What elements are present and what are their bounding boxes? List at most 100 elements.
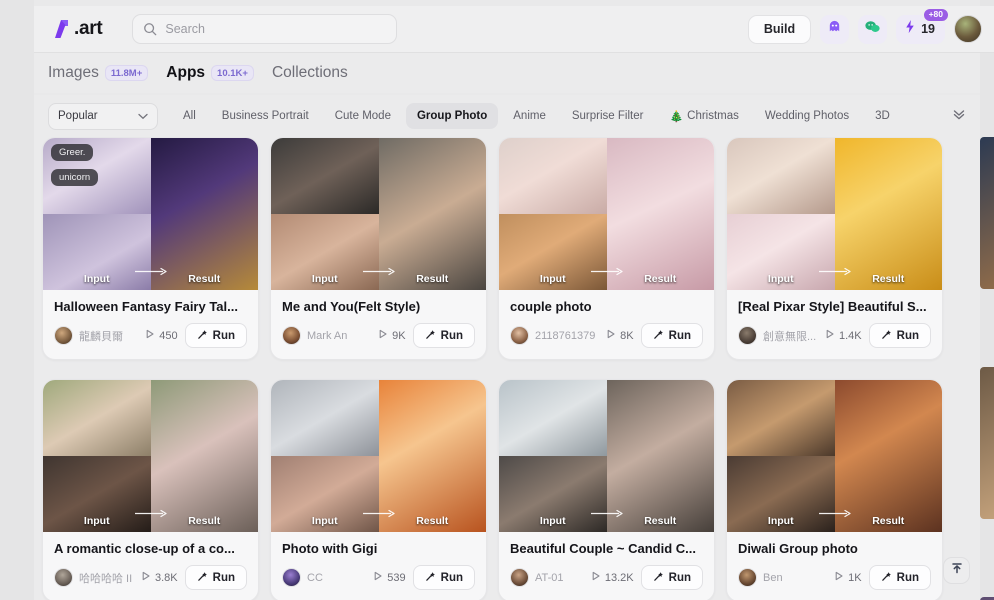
credits-bonus-badge: +80 — [922, 7, 949, 22]
author-avatar[interactable] — [510, 326, 529, 345]
run-button-label: Run — [668, 571, 691, 584]
input-label: Input — [311, 515, 338, 527]
app-card-grid: Greer. unicorn Input Result Halloween Fan… — [34, 137, 980, 600]
magic-wand-icon — [881, 571, 892, 585]
run-button-label: Run — [212, 571, 235, 584]
filter-chip-label: Wedding Photos — [764, 110, 850, 122]
search-input[interactable]: Search — [132, 14, 398, 44]
run-button-label: Run — [896, 329, 919, 342]
scroll-to-top-icon — [950, 561, 964, 580]
run-button-label: Run — [440, 571, 463, 584]
author-avatar[interactable] — [282, 568, 301, 587]
run-button[interactable]: Run — [412, 323, 475, 348]
card-title: [Real Pixar Style] Beautiful S... — [738, 299, 927, 314]
tab-images-count: 11.8M+ — [104, 65, 149, 81]
author-avatar[interactable] — [510, 568, 529, 587]
run-button[interactable]: Run — [640, 565, 703, 590]
run-button[interactable]: Run — [412, 565, 475, 590]
run-button[interactable]: Run — [640, 323, 703, 348]
sort-select[interactable]: Popular — [48, 102, 158, 130]
input-label: Input — [83, 273, 110, 285]
author-avatar[interactable] — [54, 326, 73, 345]
filter-chip-3d[interactable]: 3D — [864, 103, 901, 129]
chevron-down-icon — [138, 107, 148, 125]
run-count-value: 450 — [159, 329, 178, 342]
card-media[interactable]: Input Result — [43, 380, 258, 532]
card-media[interactable]: Input Result — [727, 380, 942, 532]
header-actions: Build 19 +80 — [747, 7, 982, 44]
card-meta: 哈哈哈哈 II 3.8K Run — [54, 565, 247, 590]
card-media[interactable]: Input Result — [271, 380, 486, 532]
app-card[interactable]: Greer. unicorn Input Result Halloween Fan… — [42, 137, 259, 360]
author-name: CC — [307, 571, 323, 584]
run-count-value: 8K — [620, 329, 634, 342]
filter-chip-label: Christmas — [687, 110, 739, 122]
avatar[interactable] — [954, 15, 982, 43]
media-tagline: Greer. — [51, 144, 94, 161]
filter-chip-all[interactable]: All — [172, 103, 207, 129]
filter-chip-group-photo[interactable]: Group Photo — [405, 103, 499, 129]
brand-mark-icon — [51, 17, 74, 41]
run-button[interactable]: Run — [868, 323, 931, 348]
run-button[interactable]: Run — [184, 565, 247, 590]
search-icon — [143, 22, 157, 36]
ghost-icon — [827, 19, 842, 39]
app-card[interactable]: Input Result Beautiful Couple ~ Candid C… — [498, 379, 715, 600]
run-button-label: Run — [212, 329, 235, 342]
tab-collections[interactable]: Collections — [272, 64, 348, 82]
author-avatar[interactable] — [738, 568, 757, 587]
expand-filters-button[interactable] — [946, 103, 972, 129]
card-media[interactable]: Input Result — [499, 138, 714, 290]
author-name: 2118761379 — [535, 329, 596, 342]
card-title: Halloween Fantasy Fairy Tal... — [54, 299, 238, 314]
filter-chip-christmas[interactable]: 🎄 Christmas — [658, 103, 749, 129]
ghost-button[interactable] — [820, 14, 850, 44]
tab-apps-label: Apps — [166, 64, 206, 81]
run-button[interactable]: Run — [868, 565, 931, 590]
app-card[interactable]: Input Result couple photo 2118761379 8K … — [498, 137, 715, 360]
run-count: 3.8K — [141, 571, 185, 584]
filter-chip-surprise-filter[interactable]: Surprise Filter — [561, 103, 655, 129]
card-media[interactable]: Input Result — [727, 138, 942, 290]
result-label: Result — [872, 273, 905, 285]
media-tagline: unicorn — [51, 169, 99, 186]
arrow-right-icon — [134, 263, 168, 281]
card-media[interactable]: Input Result — [499, 380, 714, 532]
magic-wand-icon — [653, 329, 664, 343]
chat-button[interactable] — [858, 14, 888, 44]
author-avatar[interactable] — [738, 326, 757, 345]
filter-chip-business-portrait[interactable]: Business Portrait — [211, 103, 320, 129]
run-button-label: Run — [440, 329, 463, 342]
filter-chip-anime[interactable]: Anime — [502, 103, 557, 129]
run-button[interactable]: Run — [184, 323, 247, 348]
card-meta: 創意無限... 1.4K Run — [738, 323, 931, 348]
card-media[interactable]: Input Result — [271, 138, 486, 290]
play-icon — [141, 571, 151, 584]
app-card[interactable]: Input Result Diwali Group photo Ben 1K R… — [726, 379, 943, 600]
card-body: couple photo 2118761379 8K Run — [499, 290, 714, 359]
card-meta: CC 539 Run — [282, 565, 475, 590]
filter-chip-cute-mode[interactable]: Cute Mode — [324, 103, 402, 129]
app-card[interactable]: Input Result [Real Pixar Style] Beautifu… — [726, 137, 943, 360]
author-name: Ben — [763, 571, 783, 584]
credits-button[interactable]: 19 +80 — [896, 7, 949, 44]
tab-images[interactable]: Images 11.8M+ — [48, 64, 149, 82]
filter-chip-wedding-photos[interactable]: Wedding Photos — [754, 103, 860, 129]
author-avatar[interactable] — [54, 568, 73, 587]
card-title: A romantic close-up of a co... — [54, 541, 235, 556]
filter-chip-label: Surprise Filter — [571, 110, 644, 122]
app-card[interactable]: Input Result A romantic close-up of a co… — [42, 379, 259, 600]
input-quad-top — [499, 138, 607, 214]
card-title: couple photo — [510, 299, 592, 314]
tab-apps[interactable]: Apps 10.1K+ — [166, 64, 254, 82]
app-card[interactable]: Input Result Photo with Gigi CC 539 Run — [270, 379, 487, 600]
scroll-to-top-button[interactable] — [943, 557, 970, 584]
app-card[interactable]: Input Result Me and You(Felt Style) Mark… — [270, 137, 487, 360]
arrow-right-icon — [590, 505, 624, 523]
app-grid-area[interactable]: Greer. unicorn Input Result Halloween Fan… — [34, 137, 980, 600]
card-media[interactable]: Greer. unicorn Input Result — [43, 138, 258, 290]
magic-wand-icon — [197, 571, 208, 585]
author-avatar[interactable] — [282, 326, 301, 345]
build-button[interactable]: Build — [747, 14, 812, 44]
brand-logo[interactable]: .art — [51, 17, 103, 41]
